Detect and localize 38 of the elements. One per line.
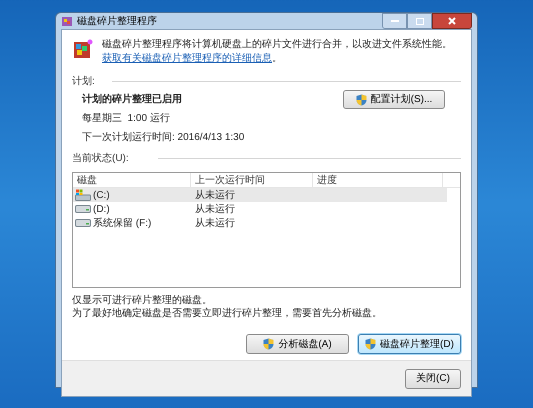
disk-row[interactable]: 系统保留 (F:) 从未运行 bbox=[73, 216, 447, 230]
shield-icon bbox=[365, 338, 376, 350]
current-status-heading: 当前状态(U): bbox=[72, 152, 130, 166]
note-text: 为了最好地确定磁盘是否需要立即进行碎片整理，需要首先分析磁盘。 bbox=[72, 307, 383, 320]
details-link[interactable]: 获取有关磁盘碎片整理程序的详细信息 bbox=[102, 53, 272, 64]
drive-icon bbox=[75, 205, 91, 213]
last-run-cell-text: 从未运行 bbox=[194, 216, 235, 230]
window-title: 磁盘碎片整理程序 bbox=[77, 14, 158, 28]
defrag-program-icon bbox=[72, 38, 94, 60]
close-icon bbox=[448, 17, 456, 25]
app-icon bbox=[61, 15, 73, 27]
description-text: 磁盘碎片整理程序将计算机硬盘上的碎片文件进行合并，以改进文件系统性能。 获取有关磁盘碎片整理程序的详细信息。 bbox=[102, 38, 453, 66]
minimize-button[interactable] bbox=[382, 13, 407, 29]
disk-row[interactable]: (C:) 从未运行 bbox=[73, 188, 447, 202]
action-button[interactable]: 分析磁盘(A) bbox=[246, 334, 349, 354]
note-text: 仅显示可进行碎片整理的磁盘。 bbox=[72, 294, 213, 307]
drive-icon bbox=[75, 219, 91, 227]
close-dialog-button[interactable]: 关闭(C) bbox=[405, 368, 461, 388]
last-run-cell-text: 从未运行 bbox=[194, 188, 235, 202]
disk-row[interactable]: (D:) 从未运行 bbox=[73, 202, 447, 216]
column-header[interactable]: 进度 bbox=[313, 173, 443, 187]
close-button[interactable] bbox=[432, 13, 472, 29]
schedule-frequency: 每星期三 1:00 运行 bbox=[82, 112, 171, 126]
disk-name: (C:) bbox=[93, 188, 110, 202]
action-button[interactable]: 磁盘碎片整理(D) bbox=[358, 334, 461, 354]
disk-name: (D:) bbox=[93, 202, 110, 216]
configure-schedule-button[interactable]: 配置计划(S)... bbox=[343, 90, 445, 109]
shield-icon bbox=[356, 94, 367, 106]
disk-name: 系统保留 (F:) bbox=[93, 216, 152, 230]
schedule-heading: 计划: bbox=[72, 74, 96, 89]
system-drive-icon bbox=[75, 189, 91, 201]
next-run-time: 下一次计划运行时间: 2016/4/13 1:30 bbox=[82, 130, 244, 145]
last-run-cell-text: 从未运行 bbox=[194, 202, 235, 216]
column-header[interactable]: 上一次运行时间 bbox=[191, 173, 313, 187]
schedule-status: 计划的碎片整理已启用 bbox=[82, 92, 183, 107]
shield-icon bbox=[263, 338, 274, 350]
maximize-button[interactable] bbox=[407, 13, 432, 29]
column-header[interactable]: 磁盘 bbox=[73, 173, 191, 187]
